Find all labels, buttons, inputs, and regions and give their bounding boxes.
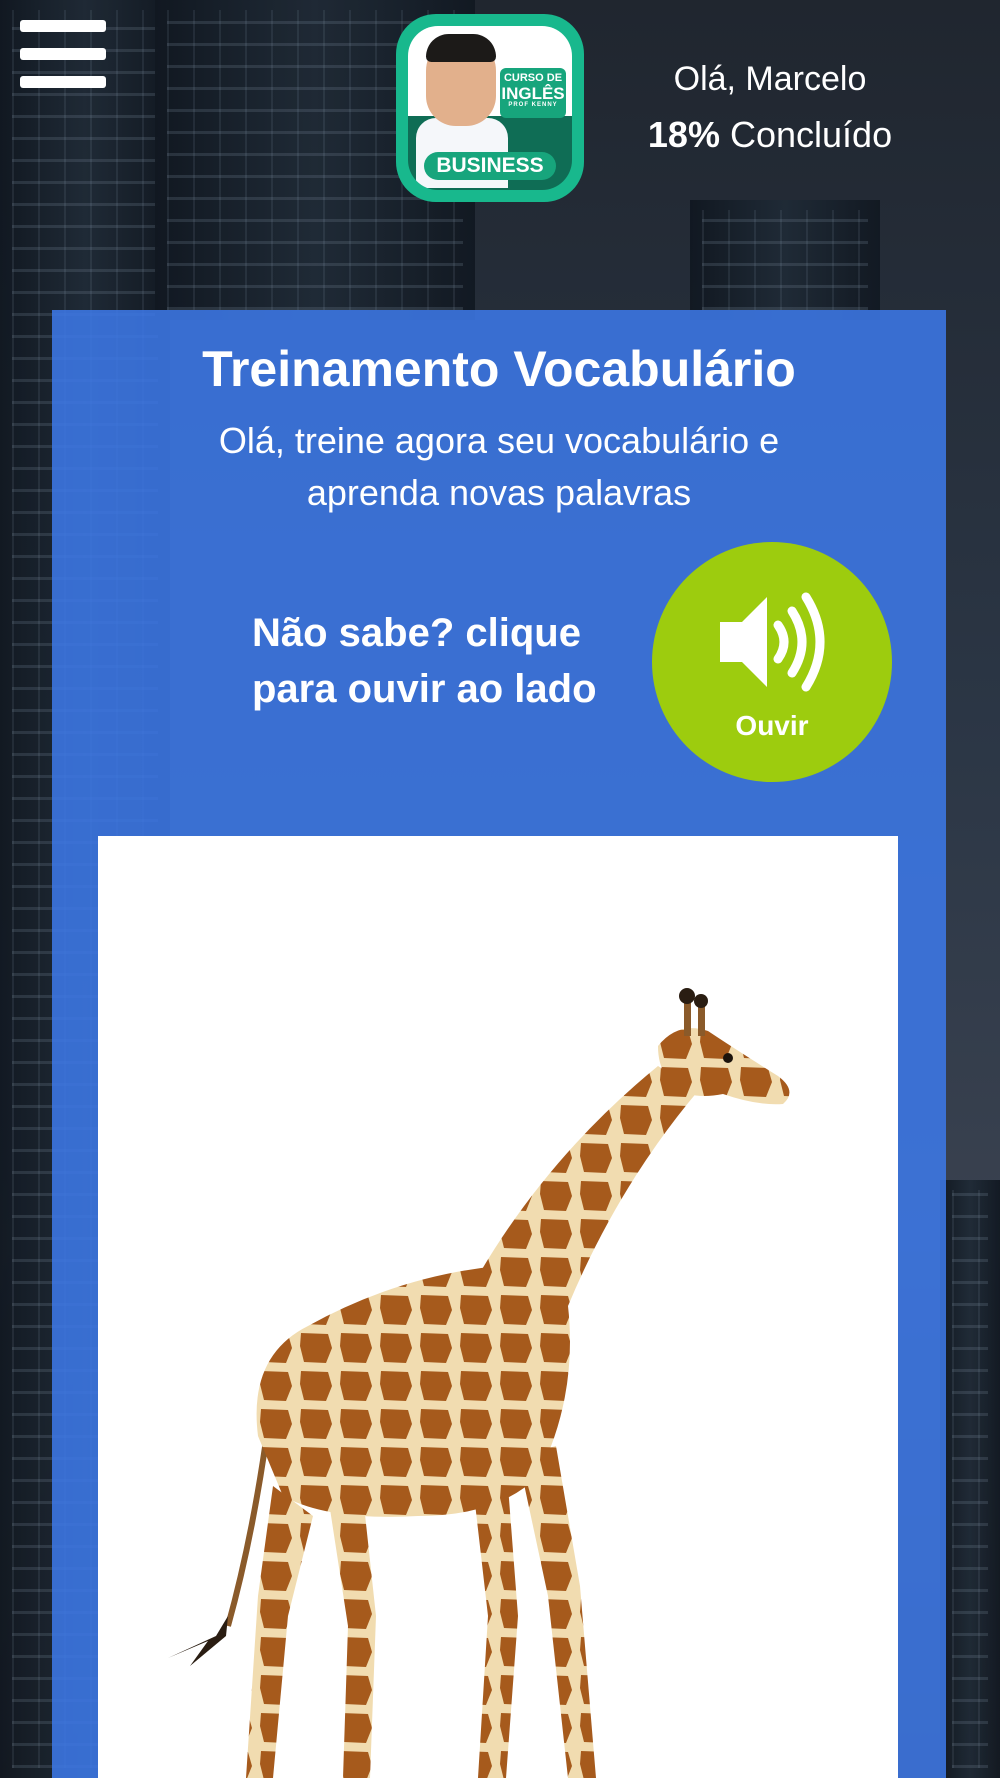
- listen-hint: Não sabe? clique para ouvir ao lado: [252, 611, 597, 711]
- listen-button-label: Ouvir: [735, 710, 809, 741]
- menu-bar: [20, 20, 106, 32]
- vocabulary-training-panel: Treinamento Vocabulário Olá, treine agor…: [52, 310, 946, 1778]
- speaker-icon: [720, 592, 825, 692]
- listen-button[interactable]: Ouvir: [652, 542, 892, 782]
- giraffe-image: [168, 988, 790, 1778]
- progress-value: 18%: [647, 114, 720, 155]
- panel-title: Treinamento Vocabulário: [202, 341, 796, 397]
- logo-course-badge: CURSO DE INGLÊS PROF KENNY: [500, 68, 566, 118]
- hamburger-menu-icon[interactable]: [20, 20, 106, 96]
- app-logo: CURSO DE INGLÊS PROF KENNY BUSINESS: [396, 14, 584, 202]
- logo-line1: CURSO DE: [503, 72, 563, 84]
- logo-business-badge: BUSINESS: [424, 152, 556, 180]
- logo-artwork: CURSO DE INGLÊS PROF KENNY BUSINESS: [408, 26, 572, 190]
- progress-status: 18% Concluído: [600, 114, 940, 156]
- menu-bar: [20, 76, 106, 88]
- background-building-right: [690, 200, 880, 320]
- logo-hair: [426, 34, 496, 62]
- user-greeting: Olá, Marcelo: [673, 60, 867, 98]
- vocabulary-image-card: [98, 836, 898, 1778]
- logo-line3: PROF KENNY: [508, 102, 558, 109]
- logo-line2: INGLÊS: [501, 83, 565, 103]
- background-building-far-right: [940, 1180, 1000, 1778]
- panel-subtitle: Olá, treine agora seu vocabulário e apre…: [218, 420, 780, 513]
- menu-bar: [20, 48, 106, 60]
- progress-label: Concluído: [729, 114, 893, 155]
